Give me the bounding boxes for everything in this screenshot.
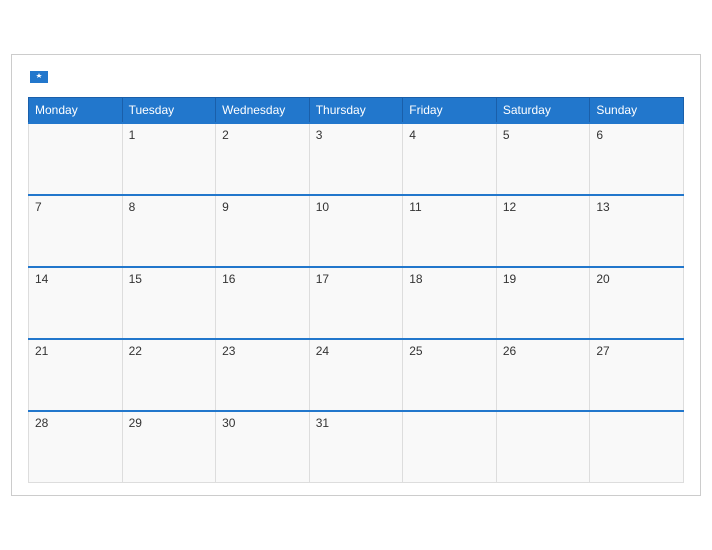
day-number: 21 [35,344,48,358]
day-number: 26 [503,344,516,358]
day-cell: 16 [216,267,310,339]
day-cell [403,411,497,483]
day-header-friday: Friday [403,97,497,123]
day-cell [590,411,684,483]
day-cell: 15 [122,267,216,339]
day-header-thursday: Thursday [309,97,403,123]
logo [28,71,48,83]
day-number: 20 [596,272,609,286]
day-cell: 29 [122,411,216,483]
day-number: 4 [409,128,416,142]
day-number: 29 [129,416,142,430]
day-cell: 18 [403,267,497,339]
day-cell: 22 [122,339,216,411]
day-number: 16 [222,272,235,286]
day-cell: 7 [29,195,123,267]
day-number: 1 [129,128,136,142]
calendar-grid: MondayTuesdayWednesdayThursdayFridaySatu… [28,97,684,484]
day-cell: 20 [590,267,684,339]
day-number: 25 [409,344,422,358]
day-cell: 19 [496,267,590,339]
calendar-header [28,71,684,83]
day-header-sunday: Sunday [590,97,684,123]
day-number: 7 [35,200,42,214]
day-number: 31 [316,416,329,430]
day-cell [29,123,123,195]
day-number: 6 [596,128,603,142]
day-header-tuesday: Tuesday [122,97,216,123]
day-cell: 14 [29,267,123,339]
day-number: 8 [129,200,136,214]
day-cell: 2 [216,123,310,195]
day-cell: 17 [309,267,403,339]
day-number: 17 [316,272,329,286]
week-row-2: 7 8 9 10 11 12 13 [29,195,684,267]
day-cell: 23 [216,339,310,411]
week-row-4: 21 22 23 24 25 26 27 [29,339,684,411]
logo-flag-icon [30,71,48,83]
day-cell: 6 [590,123,684,195]
week-row-1: 1 2 3 4 5 6 [29,123,684,195]
day-cell: 4 [403,123,497,195]
day-cell: 12 [496,195,590,267]
day-cell: 13 [590,195,684,267]
day-header-wednesday: Wednesday [216,97,310,123]
day-cell: 31 [309,411,403,483]
day-number: 23 [222,344,235,358]
day-cell: 11 [403,195,497,267]
day-cell [496,411,590,483]
day-header-saturday: Saturday [496,97,590,123]
day-header-monday: Monday [29,97,123,123]
day-cell: 30 [216,411,310,483]
day-cell: 9 [216,195,310,267]
day-number: 13 [596,200,609,214]
day-number: 24 [316,344,329,358]
day-number: 15 [129,272,142,286]
day-number: 30 [222,416,235,430]
day-number: 19 [503,272,516,286]
day-cell: 24 [309,339,403,411]
day-number: 18 [409,272,422,286]
day-number: 11 [409,200,421,214]
day-cell: 26 [496,339,590,411]
day-cell: 28 [29,411,123,483]
day-cell: 10 [309,195,403,267]
day-cell: 25 [403,339,497,411]
day-cell: 5 [496,123,590,195]
day-cell: 8 [122,195,216,267]
day-number: 14 [35,272,48,286]
day-cell: 21 [29,339,123,411]
day-cell: 3 [309,123,403,195]
day-number: 3 [316,128,323,142]
calendar-container: MondayTuesdayWednesdayThursdayFridaySatu… [11,54,701,497]
day-number: 5 [503,128,510,142]
logo-blue-text [28,71,48,83]
week-row-5: 28 29 30 31 [29,411,684,483]
day-cell: 27 [590,339,684,411]
days-header-row: MondayTuesdayWednesdayThursdayFridaySatu… [29,97,684,123]
week-row-3: 14 15 16 17 18 19 20 [29,267,684,339]
day-number: 2 [222,128,229,142]
day-cell: 1 [122,123,216,195]
day-number: 22 [129,344,142,358]
day-number: 27 [596,344,609,358]
day-number: 9 [222,200,229,214]
day-number: 10 [316,200,329,214]
day-number: 28 [35,416,48,430]
day-number: 12 [503,200,516,214]
